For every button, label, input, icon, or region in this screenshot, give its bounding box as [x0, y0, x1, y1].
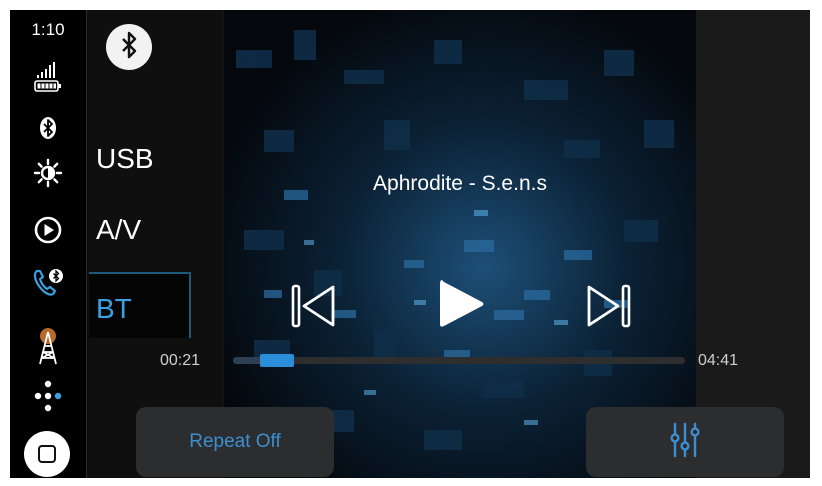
- progress-knob[interactable]: [260, 354, 294, 367]
- source-av[interactable]: A/V: [96, 214, 141, 246]
- home-square-icon: [38, 445, 56, 463]
- bluetooth-status-icon: [28, 110, 68, 146]
- skip-next-icon: [583, 283, 633, 334]
- source-bt-active[interactable]: BT: [89, 272, 191, 338]
- next-track-button[interactable]: [580, 282, 636, 334]
- battery-icon: [28, 76, 68, 96]
- equalizer-icon: [668, 420, 702, 465]
- play-circle-icon[interactable]: [28, 212, 68, 248]
- car-head-unit-screen: 1:10 USB A/V BT Aphrodite - S.e.n.s 00:2…: [10, 10, 810, 478]
- elapsed-time: 00:21: [160, 352, 201, 369]
- progress-track[interactable]: [233, 354, 685, 367]
- source-bt-label: BT: [96, 293, 132, 324]
- total-duration: 04:41: [698, 352, 739, 369]
- status-rail: 1:10: [10, 10, 87, 478]
- clock: 1:10: [31, 20, 65, 39]
- apps-dots-icon[interactable]: [28, 376, 68, 416]
- repeat-button[interactable]: Repeat Off: [136, 407, 334, 477]
- bluetooth-icon: [118, 31, 140, 64]
- home-button[interactable]: [24, 431, 70, 477]
- previous-track-button[interactable]: [286, 282, 342, 334]
- play-button[interactable]: [430, 276, 490, 336]
- repeat-label: Repeat Off: [189, 431, 281, 452]
- play-icon: [434, 276, 486, 337]
- skip-previous-icon: [289, 283, 339, 334]
- bluetooth-source-button[interactable]: [106, 24, 152, 70]
- radio-tower-icon[interactable]: [28, 326, 68, 366]
- source-usb[interactable]: USB: [96, 143, 154, 175]
- equalizer-button[interactable]: [586, 407, 784, 477]
- brightness-icon[interactable]: [28, 155, 68, 191]
- bluetooth-phone-icon[interactable]: [28, 265, 68, 301]
- track-title: Aphrodite - S.e.n.s: [373, 172, 547, 195]
